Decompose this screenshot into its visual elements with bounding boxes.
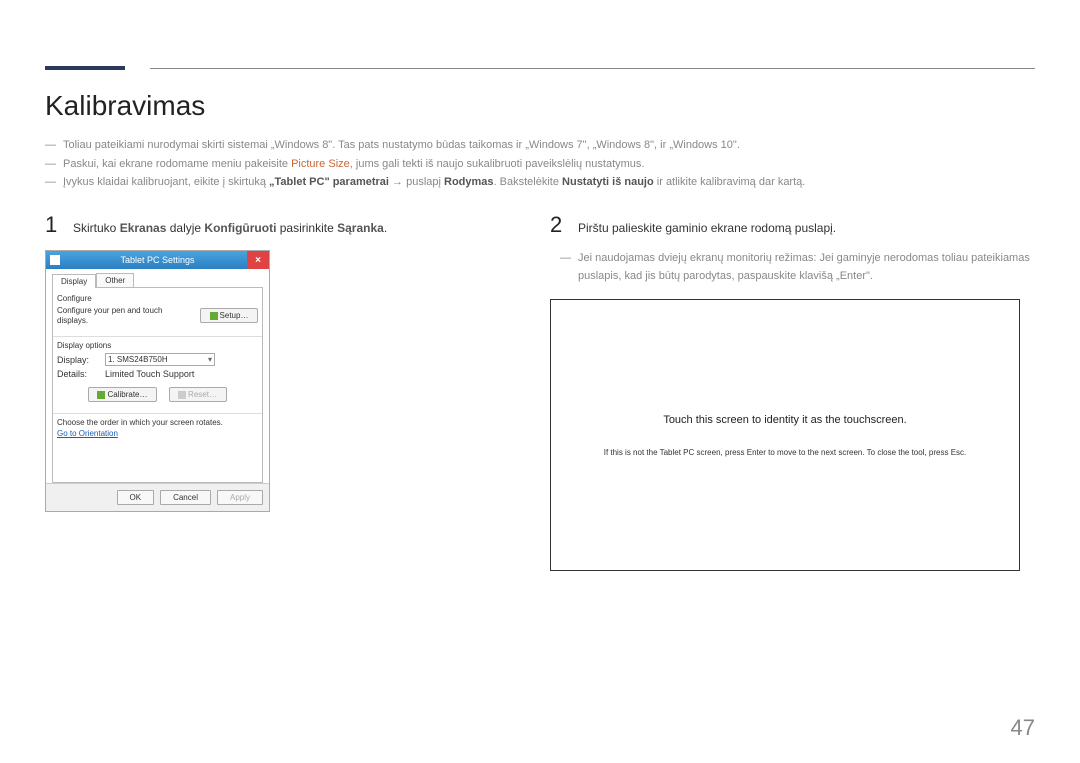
configure-row: Configure your pen and touch displays. S… <box>57 306 258 325</box>
dialog-footer: OK Cancel Apply <box>46 483 269 511</box>
details-value: Limited Touch Support <box>105 369 194 379</box>
note-3-mid2: . Bakstelėkite <box>494 176 562 188</box>
note-2: Paskui, kai ekrane rodomame meniu pakeis… <box>45 155 1035 174</box>
setup-icon <box>210 312 218 320</box>
columns: 1 Skirtuko Ekranas dalyje Konfigūruoti p… <box>45 212 1035 571</box>
step-1-t4: . <box>384 221 387 235</box>
setup-button-label: Setup… <box>220 311 249 320</box>
header-rule <box>150 68 1035 69</box>
touch-main-text: Touch this screen to identity it as the … <box>663 414 906 426</box>
note-3-b2: Rodymas <box>444 176 494 188</box>
tab-content: Configure Configure your pen and touch d… <box>52 288 263 483</box>
display-select[interactable]: 1. SMS24B750H ▾ <box>105 353 215 366</box>
step-1-b3: Sąranka <box>337 221 384 235</box>
step-2-subnote: Jei naudojamas dviejų ekranų monitorių r… <box>550 250 1035 285</box>
column-right: 2 Pirštu palieskite gaminio ekrane rodom… <box>550 212 1035 571</box>
tab-display[interactable]: Display <box>52 274 96 288</box>
order-text: Choose the order in which your screen ro… <box>57 418 258 428</box>
details-label: Details: <box>57 369 99 379</box>
dialog-title: Tablet PC Settings <box>46 255 269 265</box>
setup-button[interactable]: Setup… <box>200 308 258 323</box>
orientation-link[interactable]: Go to Orientation <box>57 429 118 438</box>
configure-text: Configure your pen and touch displays. <box>57 306 194 325</box>
tab-other[interactable]: Other <box>96 273 134 287</box>
touch-identity-screen: Touch this screen to identity it as the … <box>550 299 1020 571</box>
calibrate-button[interactable]: Calibrate… <box>88 387 156 402</box>
cancel-button[interactable]: Cancel <box>160 490 211 505</box>
note-3-post: ir atlikite kalibravimą dar kartą. <box>654 176 806 188</box>
touch-sub-text: If this is not the Tablet PC screen, pre… <box>604 448 967 457</box>
tablet-pc-settings-dialog: Tablet PC Settings × Display Other Confi… <box>45 250 270 512</box>
note-3-b1: „Tablet PC" parametrai <box>269 176 389 188</box>
apply-button[interactable]: Apply <box>217 490 263 505</box>
note-3-b3: Nustatyti iš naujo <box>562 176 654 188</box>
reset-button-label: Reset… <box>188 390 217 399</box>
display-row: Display: 1. SMS24B750H ▾ <box>57 353 258 366</box>
display-options-header: Display options <box>57 341 258 350</box>
note-3-pre: Įvykus klaidai kalibruojant, eikite į sk… <box>63 176 269 188</box>
separator-1 <box>53 329 262 337</box>
note-2-pre: Paskui, kai ekrane rodomame meniu pakeis… <box>63 158 291 170</box>
dialog-close-button[interactable]: × <box>247 251 269 269</box>
chevron-down-icon: ▾ <box>208 355 212 364</box>
note-1-text: Toliau pateikiami nurodymai skirti siste… <box>63 139 740 151</box>
page-number: 47 <box>1011 715 1035 741</box>
step-1: 1 Skirtuko Ekranas dalyje Konfigūruoti p… <box>45 212 530 238</box>
dialog-app-icon <box>50 255 60 265</box>
display-label: Display: <box>57 355 99 365</box>
step-1-b1: Ekranas <box>120 221 167 235</box>
ok-button[interactable]: OK <box>117 490 155 505</box>
note-2-post: , jums gali tekti iš naujo sukalibruoti … <box>350 158 645 170</box>
step-1-t1: Skirtuko <box>73 221 120 235</box>
details-row: Details: Limited Touch Support <box>57 369 258 379</box>
step-1-number: 1 <box>45 212 61 238</box>
step-1-text: Skirtuko Ekranas dalyje Konfigūruoti pas… <box>73 219 387 237</box>
notes-block: Toliau pateikiami nurodymai skirti siste… <box>45 136 1035 192</box>
step-1-t3: pasirinkite <box>276 221 337 235</box>
calibrate-icon <box>97 391 105 399</box>
step-1-b2: Konfigūruoti <box>204 221 276 235</box>
step-1-t2: dalyje <box>166 221 204 235</box>
column-left: 1 Skirtuko Ekranas dalyje Konfigūruoti p… <box>45 212 530 571</box>
reset-button[interactable]: Reset… <box>169 387 227 402</box>
calibrate-row: Calibrate… Reset… <box>57 387 258 402</box>
dialog-body: Display Other Configure Configure your p… <box>46 269 269 483</box>
note-3-arrow: → <box>389 176 406 188</box>
section-title: Kalibravimas <box>45 90 1035 122</box>
step-2-text: Pirštu palieskite gaminio ekrane rodomą … <box>578 219 836 237</box>
note-3: Įvykus klaidai kalibruojant, eikite į sk… <box>45 173 1035 192</box>
header-accent-bar <box>45 66 125 70</box>
reset-icon <box>178 391 186 399</box>
display-select-value: 1. SMS24B750H <box>108 355 168 364</box>
configure-header: Configure <box>57 294 258 303</box>
note-2-highlight: Picture Size <box>291 158 350 170</box>
note-1: Toliau pateikiami nurodymai skirti siste… <box>45 136 1035 155</box>
dialog-tabs: Display Other <box>52 273 263 288</box>
step-2: 2 Pirštu palieskite gaminio ekrane rodom… <box>550 212 1035 238</box>
calibrate-button-label: Calibrate… <box>107 390 147 399</box>
step-2-number: 2 <box>550 212 566 238</box>
dialog-titlebar: Tablet PC Settings × <box>46 251 269 269</box>
note-3-mid: puslapį <box>406 176 444 188</box>
separator-2 <box>53 406 262 414</box>
